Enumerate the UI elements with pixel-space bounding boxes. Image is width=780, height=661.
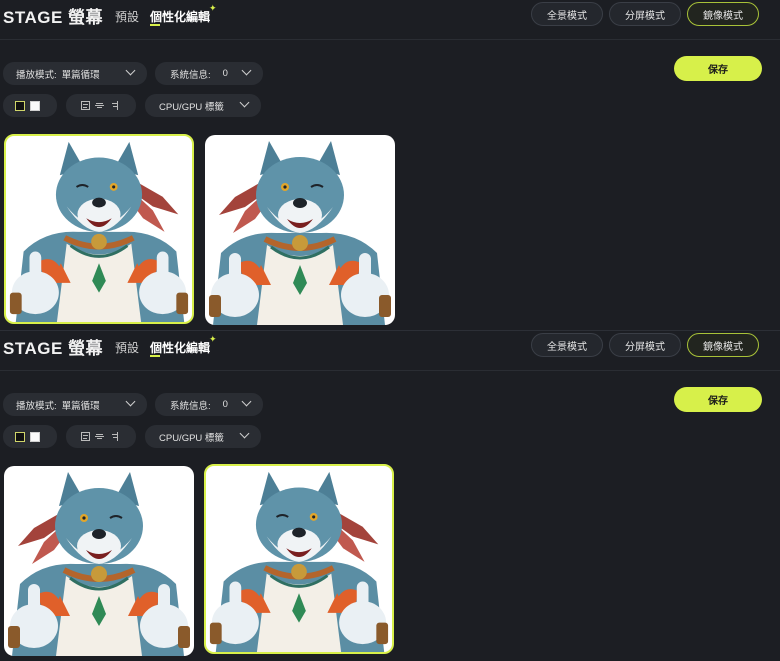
color-swatch-black[interactable]: [15, 100, 25, 111]
mirror-mode-button[interactable]: 鏡像模式: [687, 2, 759, 26]
active-tab-indicator: [150, 355, 160, 357]
align-left-icon[interactable]: [81, 432, 90, 441]
play-mode-value: 單篇循環: [61, 400, 100, 412]
wolf-illustration: [9, 141, 189, 322]
align-right-icon[interactable]: [109, 101, 118, 110]
play-mode-value: 單篇循環: [61, 69, 100, 81]
sparkle-icon: ✦: [209, 334, 217, 344]
system-info-label: 系統信息:: [170, 400, 211, 412]
chevron-down-icon: [241, 65, 252, 76]
alignment-group: [66, 425, 136, 448]
color-picker: [3, 425, 57, 448]
save-button[interactable]: 保存: [674, 56, 762, 81]
gpu-label: CPU/GPU 標籤: [159, 432, 224, 444]
align-left-icon[interactable]: [81, 101, 90, 110]
sparkle-icon: ✦: [209, 3, 217, 13]
color-swatch-black[interactable]: [15, 431, 25, 442]
split-mode-button[interactable]: 分屏模式: [609, 2, 681, 26]
align-right-icon[interactable]: [109, 432, 118, 441]
tab-preset[interactable]: 預設: [115, 339, 139, 356]
tab-personalized-edit[interactable]: 個性化編輯: [150, 8, 210, 25]
chevron-down-icon: [239, 428, 250, 439]
tab-preset[interactable]: 預設: [115, 8, 139, 25]
play-mode-label: 播放模式:: [16, 400, 57, 412]
color-picker: [3, 94, 57, 117]
chevron-down-icon: [241, 396, 252, 407]
split-mode-button[interactable]: 分屏模式: [609, 333, 681, 357]
active-tab-indicator: [150, 24, 160, 26]
image-card-left[interactable]: [4, 466, 194, 656]
play-mode-label: 播放模式:: [16, 69, 57, 81]
color-swatch-white[interactable]: [30, 100, 40, 111]
image-card-right[interactable]: [204, 464, 394, 654]
wolf-illustration: [209, 471, 389, 652]
gpu-label-dropdown[interactable]: CPU/GPU 標籤: [145, 94, 261, 117]
system-info-label: 系統信息:: [170, 69, 211, 81]
app-title: STAGE 螢幕: [3, 339, 104, 358]
wolf-illustration-mirrored: [209, 141, 391, 325]
editor-panel-1: STAGE 螢幕 預設 個性化編輯 ✦ 全景模式 分屏模式 鏡像模式 保存 播放…: [0, 0, 780, 330]
panorama-mode-button[interactable]: 全景模式: [531, 333, 603, 357]
tab-personalized-edit[interactable]: 個性化編輯: [150, 339, 210, 356]
play-mode-dropdown[interactable]: 播放模式: 單篇循環: [3, 393, 147, 416]
align-center-icon[interactable]: [95, 432, 104, 441]
chevron-down-icon: [125, 65, 136, 76]
system-info-value: 0: [222, 68, 228, 79]
image-card-right[interactable]: [205, 135, 395, 325]
gpu-label-dropdown[interactable]: CPU/GPU 標籤: [145, 425, 261, 448]
image-card-left[interactable]: [4, 134, 194, 324]
play-mode-dropdown[interactable]: 播放模式: 單篇循環: [3, 62, 147, 85]
chevron-down-icon: [239, 97, 250, 108]
wolf-illustration-mirrored: [8, 472, 190, 656]
chevron-down-icon: [125, 396, 136, 407]
alignment-group: [66, 94, 136, 117]
top-bar: STAGE 螢幕 預設 個性化編輯 ✦ 全景模式 分屏模式 鏡像模式: [0, 0, 780, 40]
mirror-mode-button[interactable]: 鏡像模式: [687, 333, 759, 357]
panorama-mode-button[interactable]: 全景模式: [531, 2, 603, 26]
color-swatch-white[interactable]: [30, 431, 40, 442]
top-bar: STAGE 螢幕 預設 個性化編輯 ✦ 全景模式 分屏模式 鏡像模式: [0, 331, 780, 371]
save-button[interactable]: 保存: [674, 387, 762, 412]
system-info-dropdown[interactable]: 系統信息: 0: [155, 393, 263, 416]
app-title: STAGE 螢幕: [3, 8, 104, 27]
system-info-dropdown[interactable]: 系統信息: 0: [155, 62, 263, 85]
system-info-value: 0: [222, 399, 228, 410]
align-center-icon[interactable]: [95, 101, 104, 110]
editor-panel-2: STAGE 螢幕 預設 個性化編輯 ✦ 全景模式 分屏模式 鏡像模式 保存 播放…: [0, 331, 780, 661]
gpu-label: CPU/GPU 標籤: [159, 101, 224, 113]
